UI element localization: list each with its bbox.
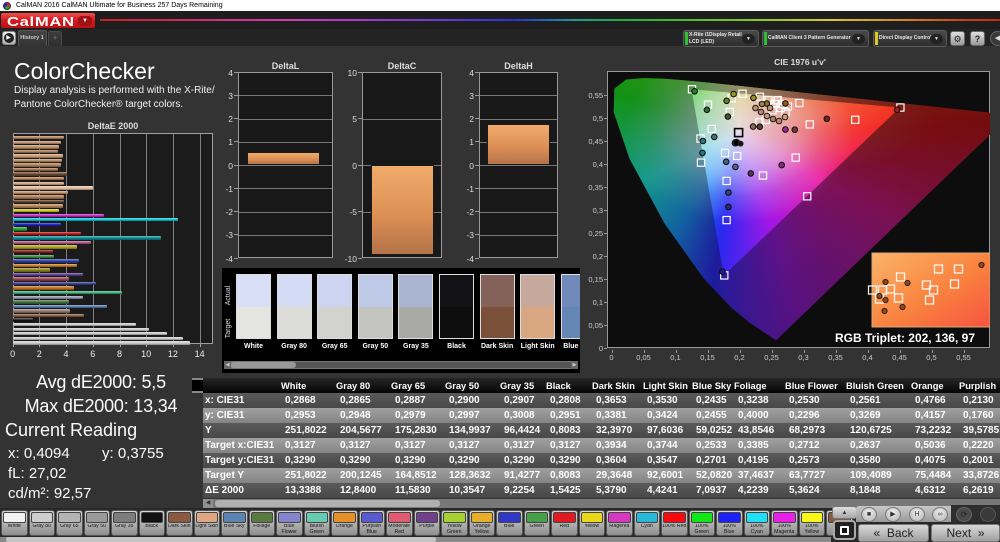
svg-text:RGB Triplet: 202, 136, 97: RGB Triplet: 202, 136, 97 — [834, 331, 974, 345]
